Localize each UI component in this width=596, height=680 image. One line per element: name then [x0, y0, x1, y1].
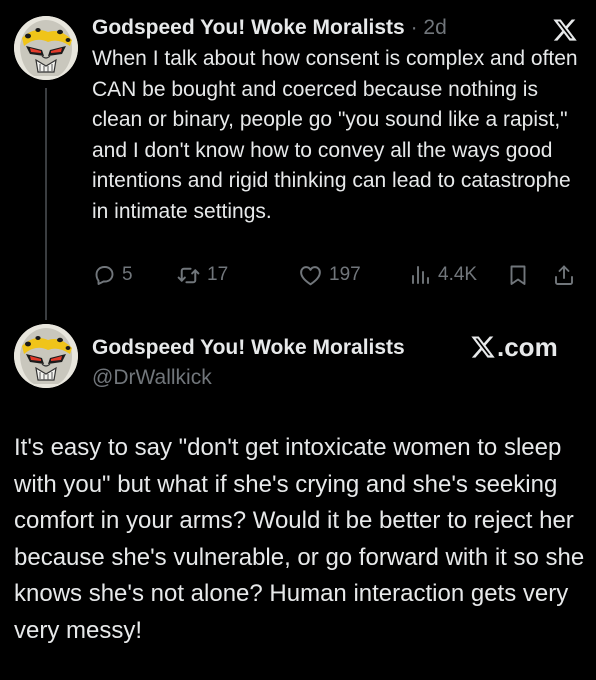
action-bar: 5 17 197 4.4K — [92, 258, 582, 292]
bookmark-button[interactable] — [506, 258, 530, 292]
quoted-author-handle[interactable]: @DrWallkick — [92, 364, 212, 392]
post-text: When I talk about how consent is complex… — [92, 47, 578, 223]
post-time[interactable]: 2d — [423, 16, 446, 39]
views-count: 4.4K — [438, 264, 478, 285]
repost-count: 17 — [207, 264, 229, 285]
reply-button[interactable]: 5 — [92, 258, 133, 292]
views-icon — [408, 263, 432, 287]
views-button[interactable]: 4.4K — [408, 258, 477, 292]
x-logo-icon — [470, 334, 497, 360]
share-button[interactable] — [552, 258, 576, 292]
repost-icon — [176, 263, 201, 288]
quoted-author-name[interactable]: Godspeed You! Woke Moralists — [92, 334, 405, 362]
like-button[interactable]: 197 — [298, 258, 361, 292]
heart-icon — [298, 263, 323, 288]
x-logo-icon — [552, 17, 578, 43]
post-header: Godspeed You! Woke Moralists · 2d — [92, 14, 447, 42]
quoted-text: It's easy to say "don't get intoxicate w… — [14, 434, 585, 644]
source-badge: .com — [470, 330, 558, 364]
thread-line — [45, 88, 47, 320]
reply-count: 5 — [122, 264, 133, 285]
reply-icon — [92, 263, 116, 287]
like-count: 197 — [329, 264, 361, 285]
source-domain: .com — [497, 331, 558, 362]
separator-dot: · — [404, 16, 424, 39]
share-icon — [552, 263, 576, 287]
bookmark-icon — [506, 263, 530, 287]
avatar[interactable] — [14, 16, 78, 80]
quoted-avatar[interactable] — [14, 324, 78, 388]
repost-button[interactable]: 17 — [176, 258, 228, 292]
author-name[interactable]: Godspeed You! Woke Moralists — [92, 16, 405, 39]
